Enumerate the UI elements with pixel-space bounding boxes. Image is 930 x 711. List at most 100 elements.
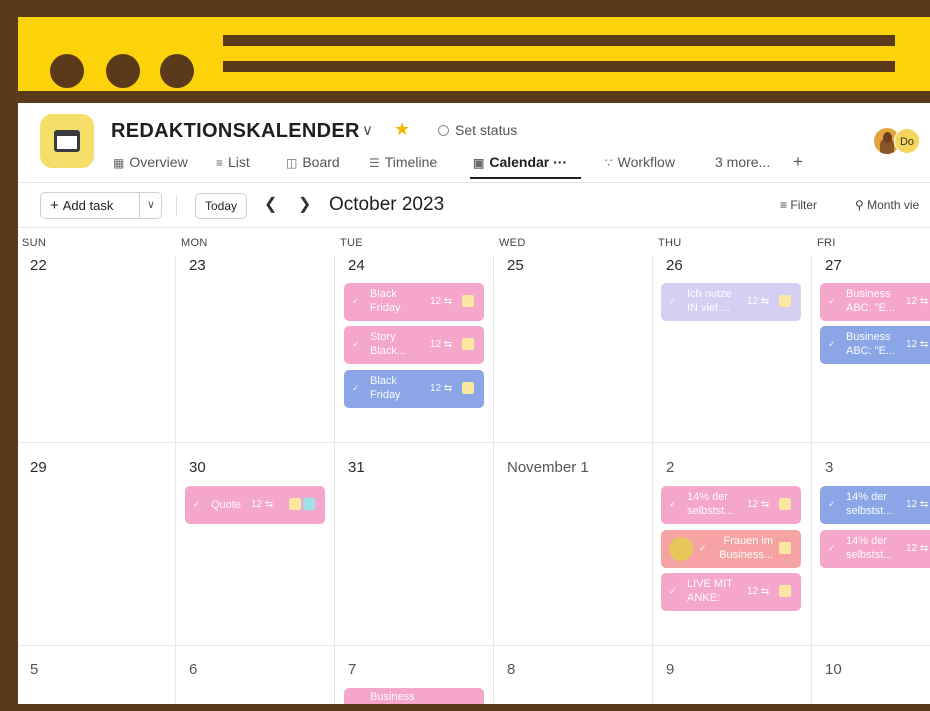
day-number[interactable]: 27: [825, 257, 842, 274]
list-icon: ≡: [216, 156, 224, 170]
tag-swatch: [462, 295, 474, 307]
subtask-icon: ⇆: [919, 339, 929, 350]
window-dot-icon: [106, 54, 140, 88]
weekday-label: THU: [658, 237, 682, 249]
tab-calendar[interactable]: ▣ Calendar ···: [473, 154, 567, 170]
tag-swatch: [779, 498, 791, 510]
current-month: October 2023: [329, 194, 445, 215]
task-card[interactable]: ✓ Business ABC: "E... 12 ⇆: [820, 326, 930, 364]
day-number[interactable]: 2: [666, 459, 674, 476]
app-window: REDAKTIONSKALENDER ∨ ★ Set status ▦ Overv…: [18, 103, 930, 704]
day-number[interactable]: 10: [825, 661, 842, 678]
weekday-label: WED: [499, 237, 526, 249]
filter-label: Filter: [790, 198, 818, 212]
check-icon: ✓: [828, 339, 836, 349]
day-number[interactable]: 23: [189, 257, 206, 274]
task-card[interactable]: ✓ 14% der selbstst... 12 ⇆: [820, 530, 930, 568]
day-number[interactable]: 25: [507, 257, 524, 274]
tab-board[interactable]: ◫ Board: [286, 154, 340, 170]
subtask-icon: ⇆: [919, 499, 929, 510]
task-card[interactable]: ✓ Frauen im Business...: [661, 530, 801, 568]
check-icon: ✓: [828, 499, 836, 509]
check-icon: ✓: [352, 383, 360, 393]
task-card[interactable]: ✓ Black Friday 12 ⇆: [344, 283, 484, 321]
task-card[interactable]: ✓ Quote 12 ⇆: [185, 486, 325, 524]
page-title[interactable]: REDAKTIONSKALENDER: [111, 120, 360, 143]
tab-timeline[interactable]: ☰ Timeline: [369, 154, 437, 170]
divider: [176, 196, 177, 216]
browser-banner: [18, 17, 930, 91]
tab-label: List: [228, 154, 250, 170]
zoom-icon: ⚲: [855, 198, 864, 212]
day-number[interactable]: 29: [30, 459, 47, 476]
tab-label: Workflow: [617, 154, 675, 170]
set-status-label: Set status: [455, 122, 518, 138]
avatar-initials: Do: [894, 128, 920, 154]
day-number[interactable]: 30: [189, 459, 206, 476]
task-card[interactable]: Business: [344, 688, 484, 704]
grid-line: [18, 645, 930, 646]
day-number[interactable]: 7: [348, 661, 356, 678]
task-title: LIVE MIT ANKE:: [687, 578, 733, 604]
day-number[interactable]: 5: [30, 661, 38, 678]
chevron-down-icon[interactable]: ∨: [362, 121, 373, 139]
task-title: Frauen im Business...: [719, 535, 773, 561]
add-task-button[interactable]: + Add task: [41, 193, 140, 218]
weekday-label: SUN: [22, 237, 47, 249]
weekday-label: TUE: [340, 237, 363, 249]
subtask-count: 12: [430, 296, 442, 307]
avatar: [669, 537, 693, 561]
day-number[interactable]: November 1: [507, 459, 589, 476]
banner-bar: [223, 61, 895, 72]
tab-label: Board: [302, 154, 340, 170]
day-number[interactable]: 31: [348, 459, 365, 476]
active-tab-underline: [470, 177, 581, 179]
task-card[interactable]: ✓ LIVE MIT ANKE: 12 ⇆: [661, 573, 801, 611]
status-circle-icon: [438, 125, 449, 136]
month-view-button[interactable]: ⚲ Month vie: [855, 198, 919, 212]
day-number[interactable]: 6: [189, 661, 197, 678]
window-dot-icon: [50, 54, 84, 88]
subtask-icon: ⇆: [443, 339, 453, 350]
task-card[interactable]: ✓ 14% der selbstst... 12 ⇆: [661, 486, 801, 524]
task-card[interactable]: ✓ Story Black... 12 ⇆: [344, 326, 484, 364]
add-tab-icon[interactable]: +: [793, 152, 803, 172]
chevron-right-icon[interactable]: ❯: [298, 194, 311, 214]
chevron-left-icon[interactable]: ❮: [264, 194, 277, 214]
tab-label: Timeline: [384, 154, 438, 170]
task-card[interactable]: ✓ 14% der selbstst... 12 ⇆: [820, 486, 930, 524]
member-avatars[interactable]: Do: [874, 128, 930, 154]
check-icon: ✓: [352, 339, 360, 349]
day-number[interactable]: 24: [348, 257, 365, 274]
tab-overview[interactable]: ▦ Overview: [113, 154, 188, 170]
today-button[interactable]: Today: [195, 193, 247, 219]
check-icon: ✓: [669, 586, 677, 596]
check-icon: ✓: [828, 543, 836, 553]
day-number[interactable]: 8: [507, 661, 515, 678]
grid-line: [175, 255, 176, 704]
chevron-down-icon[interactable]: ∨: [140, 193, 162, 218]
weekday-label: MON: [181, 237, 208, 249]
task-title: Ich nutze IN viel ...: [687, 288, 732, 314]
tab-more[interactable]: 3 more...: [715, 154, 770, 170]
day-number[interactable]: 22: [30, 257, 47, 274]
tag-swatch: [779, 295, 791, 307]
day-number[interactable]: 3: [825, 459, 833, 476]
task-title: 14% der selbstst...: [687, 491, 734, 517]
tag-swatch: [289, 498, 301, 510]
set-status-button[interactable]: Set status: [438, 122, 517, 138]
subtask-icon: ⇆: [264, 499, 274, 510]
banner-bar: [223, 35, 895, 46]
tab-label: Calendar ···: [489, 154, 568, 170]
tab-list[interactable]: ≡ List: [216, 154, 250, 170]
star-icon[interactable]: ★: [394, 119, 410, 140]
day-number[interactable]: 9: [666, 661, 674, 678]
day-number[interactable]: 26: [666, 257, 683, 274]
subtask-count: 12: [747, 499, 759, 510]
tab-workflow[interactable]: ∵ Workflow: [605, 154, 675, 170]
filter-button[interactable]: ≡ Filter: [780, 198, 817, 212]
task-card[interactable]: ✓ Black Friday 12 ⇆: [344, 370, 484, 408]
task-card[interactable]: ✓ Ich nutze IN viel ... 12 ⇆: [661, 283, 801, 321]
project-calendar-icon[interactable]: [40, 114, 94, 168]
task-card[interactable]: ✓ Business ABC: "E... 12 ⇆: [820, 283, 930, 321]
